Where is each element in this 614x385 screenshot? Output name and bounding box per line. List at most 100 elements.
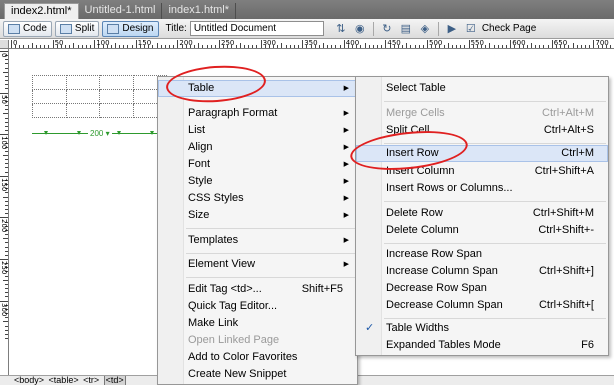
tag-body[interactable]: <body> [14,376,44,385]
ruler-tick [44,45,46,48]
table-cell[interactable] [32,75,67,90]
check-page-icon[interactable]: ☑ [463,22,479,36]
ruler-tick [5,105,8,107]
menu-item-increase-column-span[interactable]: Increase Column Span Ctrl+Shift+] [356,263,608,280]
menu-item-size[interactable]: Size ▶ [158,207,357,224]
ruler-tick [547,45,549,48]
ruler-tick [510,40,512,48]
tag-td[interactable]: <td> [103,376,126,385]
ruler-tick [323,43,324,48]
ruler-tick [5,163,8,165]
table-cell[interactable] [32,89,67,104]
menu-item-delete-row[interactable]: Delete Row Ctrl+Shift+M [356,205,608,222]
table-cell[interactable] [99,103,134,118]
menu-item-label: Quick Tag Editor... [188,300,278,312]
column-marker [44,131,48,135]
validate-markup-icon[interactable]: ▶ [444,22,460,36]
menu-item-delete-column[interactable]: Delete Column Ctrl+Shift+- [356,222,608,239]
menu-separator [186,228,355,229]
split-view-button[interactable]: Split [54,20,100,37]
menu-item-open-linked-page: Open Linked Page [158,332,357,349]
ruler-tick [31,43,33,48]
menu-item-label: Decrease Row Span [386,282,487,294]
tag-tr[interactable]: <tr> [83,376,99,385]
menu-item-templates[interactable]: Templates ▶ [158,232,357,249]
menu-item-insert-rows-or-columns[interactable]: Insert Rows or Columns... [356,180,608,197]
menu-item-split-cell[interactable]: Split Cell... Ctrl+Alt+S [356,122,608,139]
ruler-tick [94,40,96,48]
ruler-corner[interactable] [0,40,9,49]
menu-item-add-to-color-favorites[interactable]: Add to Color Favorites [158,349,357,366]
ruler-tick [5,130,8,132]
ruler-tick [543,45,545,48]
menu-item-create-new-snippet[interactable]: Create New Snippet [158,366,357,383]
table-width-label[interactable]: 200 ▾ [88,128,112,139]
menu-item-increase-row-span[interactable]: Increase Row Span [356,246,608,263]
visual-aids-icon[interactable]: ◈ [417,22,433,36]
menu-item-paragraph-format[interactable]: Paragraph Format ▶ [158,105,357,122]
menu-item-label: Insert Column [386,165,455,177]
title-input[interactable]: Untitled Document [189,21,324,36]
menu-item-css-styles[interactable]: CSS Styles ▶ [158,190,357,207]
ruler-tick [173,45,175,48]
tab-index2[interactable]: index2.html* [4,3,79,19]
code-view-button[interactable]: Code [3,20,52,37]
tag-table[interactable]: <table> [49,376,79,385]
check-page-label[interactable]: Check Page [482,23,536,34]
menu-item-font[interactable]: Font ▶ [158,156,357,173]
menu-item-element-view[interactable]: Element View ▶ [158,256,357,273]
table-cell[interactable] [99,89,134,104]
menu-item-insert-column[interactable]: Insert Column Ctrl+Shift+A [356,163,608,180]
refresh-icon[interactable]: ↻ [379,22,395,36]
menu-item-expanded-tables-mode[interactable]: Expanded Tables Mode F6 [356,337,608,354]
table-cell[interactable] [32,103,67,118]
design-view-button[interactable]: Design [102,20,159,37]
design-view-label: Design [122,23,154,34]
table-cell[interactable] [99,75,134,90]
menu-item-style[interactable]: Style ▶ [158,173,357,190]
menu-item-make-link[interactable]: Make Link [158,315,357,332]
tab-untitled-1[interactable]: Untitled-1.html [79,3,163,19]
menu-item-label: Create New Snippet [188,368,287,380]
ruler-tick [610,45,612,48]
tab-index1[interactable]: index1.html* [162,3,237,19]
menu-item-list[interactable]: List ▶ [158,122,357,139]
menu-item-insert-row[interactable]: Insert Row Ctrl+M [356,145,608,162]
table-cell[interactable] [65,75,100,90]
preview-browser-icon[interactable]: ◉ [352,22,368,36]
title-label: Title: [165,23,187,34]
ruler-tick [85,45,87,48]
menu-item-select-table[interactable]: Select Table [356,80,608,97]
menu-item-decrease-column-span[interactable]: Decrease Column Span Ctrl+Shift+[ [356,297,608,314]
ruler-tick [131,45,133,48]
document-table[interactable] [32,75,167,118]
file-management-icon[interactable]: ⇅ [333,22,349,36]
ruler-label: 500 [429,40,443,47]
table-width-guide[interactable]: 200 ▾ [32,128,167,139]
menu-item-shortcut: Ctrl+M [561,147,594,159]
submenu-arrow-icon: ▶ [343,127,349,134]
ruler-tick [5,121,8,123]
table-cell[interactable] [65,103,100,118]
ruler-tick [468,40,470,48]
ruler-tick [77,45,79,48]
menu-item-table-widths[interactable]: ✓ Table Widths [356,320,608,337]
menu-item-quick-tag-editor[interactable]: Quick Tag Editor... [158,298,357,315]
menu-item-label: Table [188,82,215,94]
menu-item-table[interactable]: Table ▶ [158,80,357,97]
menu-item-edit-tag[interactable]: Edit Tag <td>... Shift+F5 [158,281,357,298]
ruler-label: 50 [54,40,64,47]
ruler-label: 550 [470,40,484,47]
ruler-tick [73,43,75,48]
ruler-tick [3,279,8,281]
view-options-icon[interactable]: ▤ [398,22,414,36]
menu-item-align[interactable]: Align ▶ [158,139,357,156]
ruler-tick [427,40,428,48]
ruler-tick [489,43,491,48]
menu-item-decrease-row-span[interactable]: Decrease Row Span [356,280,608,297]
ruler-tick [135,40,137,48]
ruler-tick [152,45,154,48]
ruler-tick [302,40,304,48]
table-cell[interactable] [65,89,100,104]
ruler-tick [5,283,8,285]
